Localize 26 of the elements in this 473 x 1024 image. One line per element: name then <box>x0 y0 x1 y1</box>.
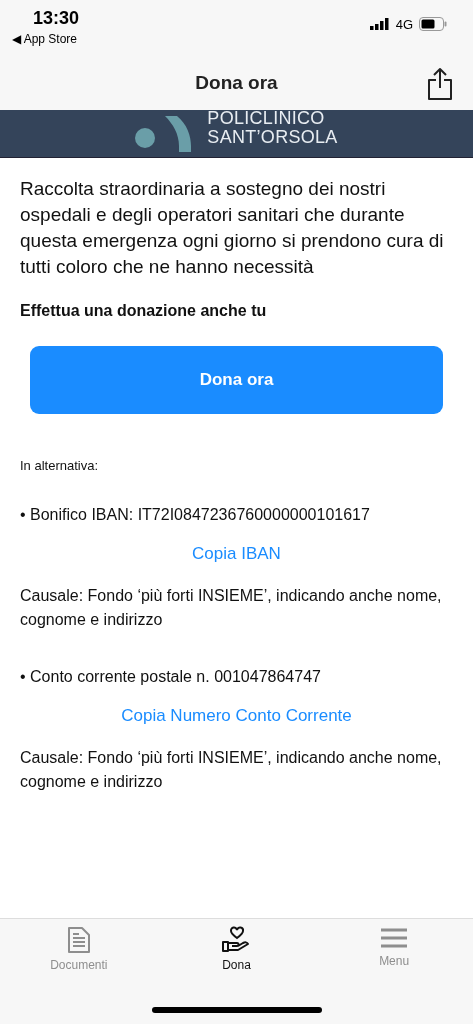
copy-link[interactable]: Copia IBAN <box>192 544 281 564</box>
screen-title: Dona ora <box>195 72 278 94</box>
battery-icon <box>419 17 447 31</box>
call-to-action: Effettua una donazione anche tu <box>20 302 268 320</box>
back-to-app-link[interactable]: ◀ App Store <box>12 32 78 46</box>
logo-icon <box>135 115 194 152</box>
payment-detail: • Conto corrente postale n. 001047864747 <box>20 668 322 686</box>
network-label: 4G <box>395 16 413 32</box>
banner-text: SANT’ORSOLA <box>207 127 338 147</box>
payment-reason: Causale: Fondo ‘più forti INSIEME’, indicando anche nome, cognome e indirizzo <box>20 748 443 792</box>
alternative-label: In alternativa: <box>20 458 100 473</box>
tab-item[interactable]: Documenti <box>18 925 139 973</box>
signal-icon <box>369 18 390 30</box>
banner-text: POLICLINICO <box>207 110 326 128</box>
payment-reason: Causale: Fondo ‘più forti INSIEME’, indicando anche nome, cognome e indirizzo <box>20 586 443 630</box>
document-icon <box>66 926 91 954</box>
tab-item[interactable]: Menu <box>334 925 455 973</box>
status-time: 13:30 <box>33 8 80 29</box>
payment-detail: • Bonifico IBAN: IT72I0847236760000000101617 <box>20 506 371 524</box>
share-icon[interactable] <box>427 67 453 101</box>
intro-paragraph: Raccolta straordinaria a sostegno dei nostri ospedali e degli operatori sanitari che durante questa emergenza ogni giorno si prendono cura di tutti coloro che ne hanno necessità <box>20 177 445 279</box>
donate-button[interactable]: Dona ora <box>30 346 443 414</box>
tab-item[interactable]: Dona <box>176 925 297 973</box>
copy-link[interactable]: Copia Numero Conto Corrente <box>121 706 352 726</box>
menu-icon <box>380 926 409 950</box>
hand-heart-icon <box>221 926 252 954</box>
